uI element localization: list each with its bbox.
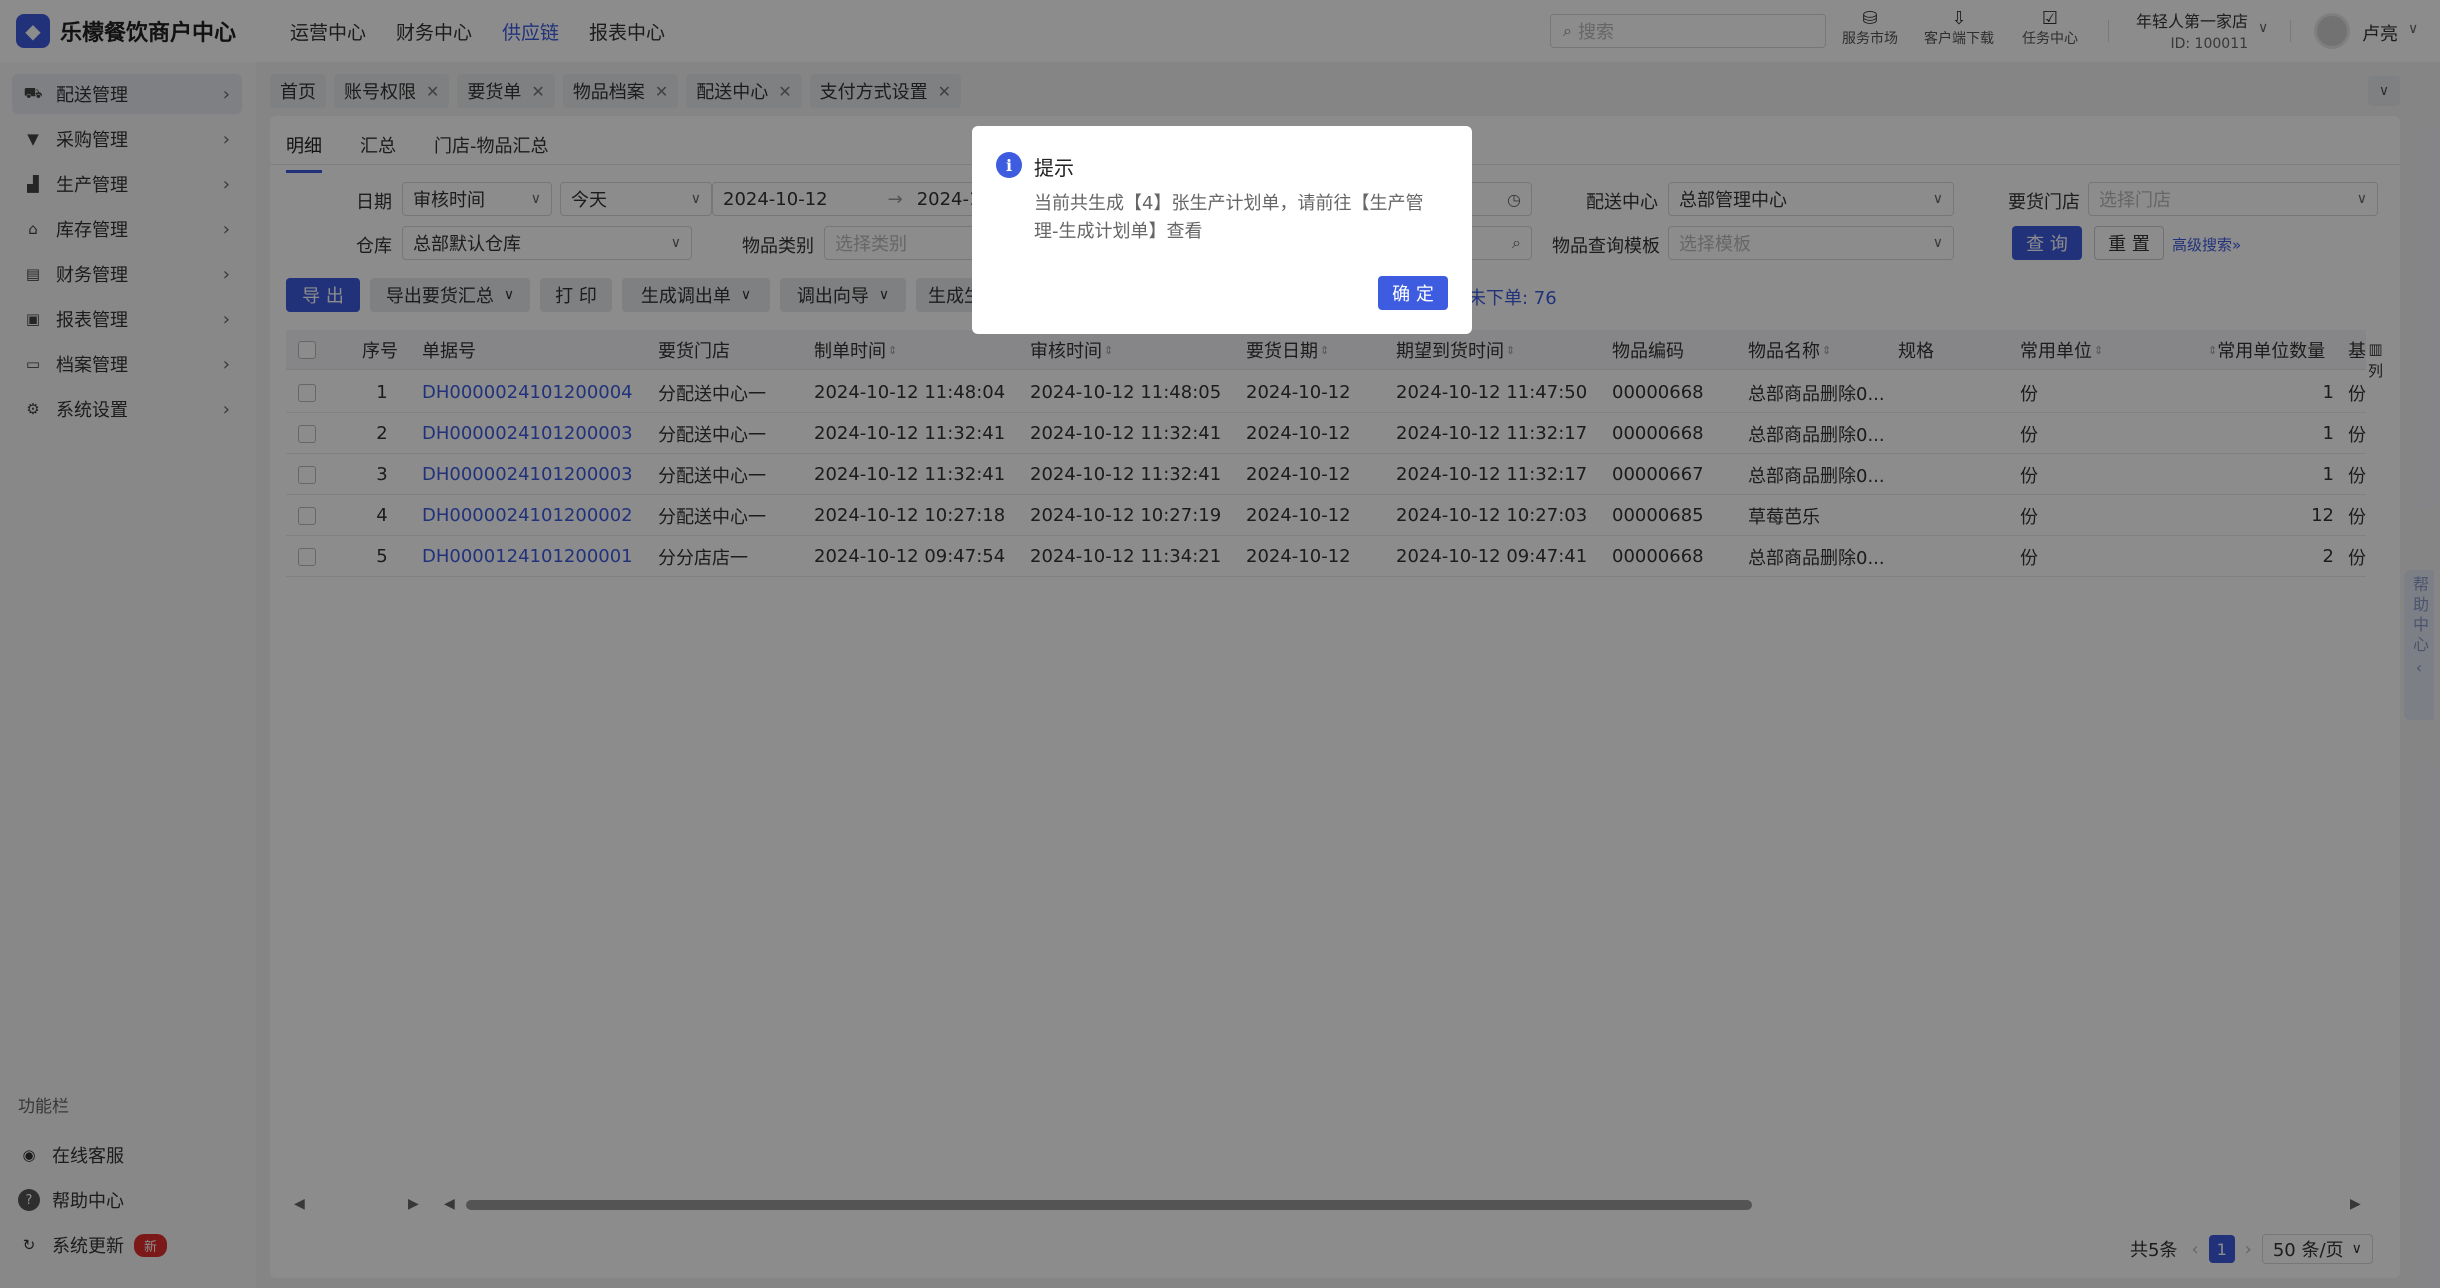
info-icon: i	[996, 152, 1022, 178]
info-modal: i 提示 当前共生成【4】张生产计划单，请前往【生产管理-生成计划单】查看 确 …	[972, 126, 1472, 334]
confirm-button[interactable]: 确 定	[1378, 276, 1448, 310]
modal-message: 当前共生成【4】张生产计划单，请前往【生产管理-生成计划单】查看	[1034, 193, 1424, 242]
modal-title: 提示	[1034, 156, 1074, 180]
